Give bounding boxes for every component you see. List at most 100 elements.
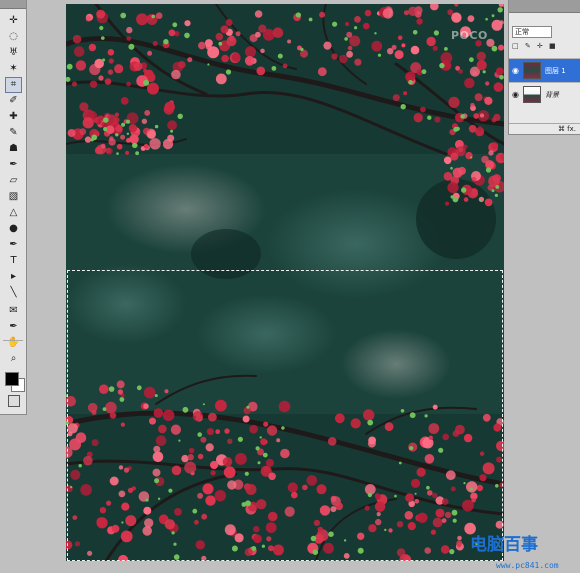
history-brush-tool-icon[interactable]: ✒ <box>6 158 21 172</box>
blossom <box>319 11 326 18</box>
blossom <box>88 43 97 52</box>
brush-tool-icon[interactable]: ✎ <box>6 126 21 140</box>
blossom <box>71 81 78 87</box>
pen-tool-icon[interactable]: ✒ <box>6 238 21 252</box>
leaf-bud <box>491 189 495 193</box>
layers-panel: 正常 □ ✎ ✛ ■ ◉ 图层 1 ◉ 背景 ⌘ fx. <box>508 0 580 135</box>
layers-panel-footer[interactable]: ⌘ fx. <box>509 123 580 134</box>
leaf-bud <box>172 22 178 28</box>
blossom <box>205 495 216 506</box>
blossom <box>265 522 277 533</box>
blossom <box>268 472 276 481</box>
leaf-bud <box>495 484 499 488</box>
blossom <box>363 22 370 30</box>
blossom <box>83 455 93 466</box>
eye-icon[interactable]: ◉ <box>512 66 519 75</box>
leaf-bud <box>444 47 448 51</box>
leaf-bud <box>116 152 119 155</box>
blur-tool-icon[interactable]: △ <box>6 206 21 220</box>
blossom <box>221 54 229 63</box>
layer-name: 背景 <box>545 91 559 99</box>
dodge-tool-icon[interactable]: ● <box>6 222 21 236</box>
leaf-bud <box>103 127 108 132</box>
blossom <box>319 505 331 516</box>
eyedropper-tool-icon[interactable]: ✐ <box>6 94 21 108</box>
blossom <box>424 547 432 554</box>
blossom <box>245 46 256 58</box>
blossom <box>235 31 241 37</box>
notes-tool-icon[interactable]: ✉ <box>6 304 21 318</box>
path-selection-tool-icon[interactable]: ▸ <box>6 270 21 284</box>
blossom <box>346 31 353 38</box>
blossom <box>410 478 421 488</box>
zoom-tool-icon[interactable]: ⌕ <box>6 352 21 366</box>
leaf-bud <box>461 187 467 193</box>
blossom <box>75 432 87 444</box>
leaf-bud <box>433 30 439 36</box>
leaf-bud <box>460 114 465 119</box>
blossom <box>155 435 167 447</box>
blossom <box>428 435 433 440</box>
layer-row-background[interactable]: ◉ 背景 <box>509 82 580 106</box>
eye-icon[interactable]: ◉ <box>512 90 519 99</box>
type-tool-icon[interactable]: T <box>6 254 21 268</box>
tools-palette-header[interactable] <box>0 0 26 9</box>
blossom <box>432 492 438 499</box>
blend-mode-select[interactable]: 正常 <box>512 26 552 38</box>
eyedropper2-tool-icon[interactable]: ✒ <box>6 320 21 334</box>
leaf-bud <box>255 446 260 451</box>
healing-brush-tool-icon[interactable]: ✚ <box>6 110 21 124</box>
document-canvas[interactable]: POCO <box>66 4 504 561</box>
blossom <box>79 128 87 136</box>
layers-panel-header[interactable] <box>509 0 580 13</box>
leaf-bud <box>409 446 414 451</box>
blossom <box>210 460 219 470</box>
blossom <box>392 94 400 102</box>
layer-row-layer1[interactable]: ◉ 图层 1 <box>509 58 580 82</box>
blossom <box>143 506 152 515</box>
hand-tool-icon[interactable]: ✋ <box>6 336 21 350</box>
blossom <box>244 548 253 557</box>
leaf-bud <box>408 80 413 85</box>
leaf-bud <box>499 75 504 80</box>
blossom <box>368 436 376 445</box>
blossom <box>133 62 143 71</box>
leaf-bud <box>412 30 418 35</box>
marquee-tool-icon[interactable]: ◌ <box>6 30 21 44</box>
crop-tool-icon[interactable]: ⌗ <box>5 77 22 93</box>
blossom <box>302 484 308 491</box>
clone-stamp-tool-icon[interactable]: ☗ <box>6 142 21 156</box>
leaf-bud <box>182 406 189 413</box>
blossom <box>208 412 217 422</box>
leaf-bud <box>377 53 382 57</box>
foreground-color-swatch[interactable] <box>5 372 19 386</box>
blossom <box>108 58 114 64</box>
blossom <box>263 421 269 427</box>
leaf-bud <box>479 199 482 202</box>
leaf-bud <box>449 549 455 555</box>
lock-icons[interactable]: □ ✎ ✛ ■ <box>512 42 558 50</box>
magic-wand-tool-icon[interactable]: ✶ <box>6 62 21 76</box>
leaf-bud <box>485 167 492 173</box>
gradient-tool-icon[interactable]: ▧ <box>6 190 21 204</box>
quick-mask-button[interactable] <box>8 395 20 407</box>
move-tool-icon[interactable]: ✛ <box>6 14 21 28</box>
lasso-tool-icon[interactable]: ♅ <box>6 46 21 60</box>
blossom <box>476 484 484 492</box>
shape-tool-icon[interactable]: ╲ <box>6 286 21 300</box>
blossom <box>195 540 205 550</box>
eraser-tool-icon[interactable]: ▱ <box>6 174 21 188</box>
blossom <box>87 550 93 556</box>
blossom <box>70 469 81 480</box>
blossom <box>174 508 182 516</box>
blossom <box>149 417 156 425</box>
blossom <box>126 36 132 41</box>
blossom <box>104 78 112 85</box>
leaf-bud <box>170 129 174 133</box>
blossom <box>434 116 441 123</box>
blossom <box>445 470 456 481</box>
blossom <box>496 67 504 76</box>
leaf-bud <box>451 509 458 516</box>
blossom <box>455 424 465 435</box>
blossom <box>282 63 288 69</box>
